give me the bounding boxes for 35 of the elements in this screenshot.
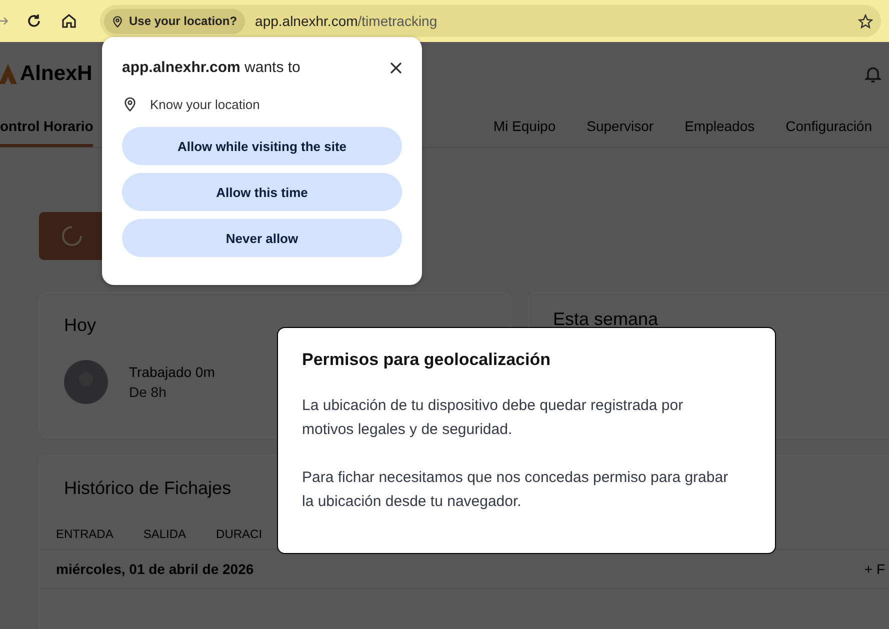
logo-text: AlnexH [20, 62, 92, 86]
home-icon[interactable] [60, 12, 78, 30]
nav-tab[interactable]: Configuración [786, 105, 872, 147]
nav-tab[interactable]: ontrol Horario [0, 105, 94, 147]
dialog-text: La ubicación de tu dispositivo debe quedar registrada por motivos legales y de seguridad. [302, 396, 684, 440]
card-title: Esta semana [553, 309, 660, 330]
star-icon[interactable] [858, 14, 873, 28]
column-header: DURACI [216, 527, 262, 541]
logo-icon [0, 62, 18, 84]
spinner-icon [61, 225, 83, 247]
card-title: Hoy [64, 315, 98, 336]
url-text: app.alnexhr.com/timetracking [255, 13, 438, 29]
close-icon[interactable] [390, 62, 402, 74]
permission-button[interactable]: Allow this time [122, 173, 402, 211]
permission-button[interactable]: Never allow [122, 219, 402, 257]
nav-tab[interactable]: Supervisor [586, 105, 654, 147]
dialog-text: Para fichar necesitamos que nos concedas permiso para grabar la ubicación desde tu navegador. [302, 468, 730, 512]
popup-title: app.alnexhr.com wants to [122, 59, 300, 76]
permission-button[interactable]: Allow while visiting the site [122, 127, 402, 165]
nav-tab[interactable]: Empleados [684, 105, 755, 147]
target-time: De 8h [129, 384, 168, 400]
location-pin-icon [122, 96, 138, 112]
add-link[interactable]: + F [864, 561, 885, 577]
nav-tab[interactable]: Mi Equipo [493, 105, 556, 147]
location-chip[interactable]: Use your location? [104, 8, 246, 34]
date-heading: miércoles, 01 de abril de 2026 [56, 561, 254, 577]
permission-label: Know your location [150, 96, 260, 112]
location-pin-icon [111, 14, 124, 28]
column-header: ENTRADA [56, 527, 114, 541]
column-header: SALIDA [143, 527, 186, 541]
worked-time: Trabajado 0m [129, 364, 215, 380]
card-title: Histórico de Fichajes [64, 478, 232, 499]
dialog-title: Permisos para geolocalización [302, 350, 552, 370]
address-bar[interactable]: Use your location? app.alnexhr.com/timetracking [100, 5, 881, 37]
avatar-icon [64, 360, 108, 404]
